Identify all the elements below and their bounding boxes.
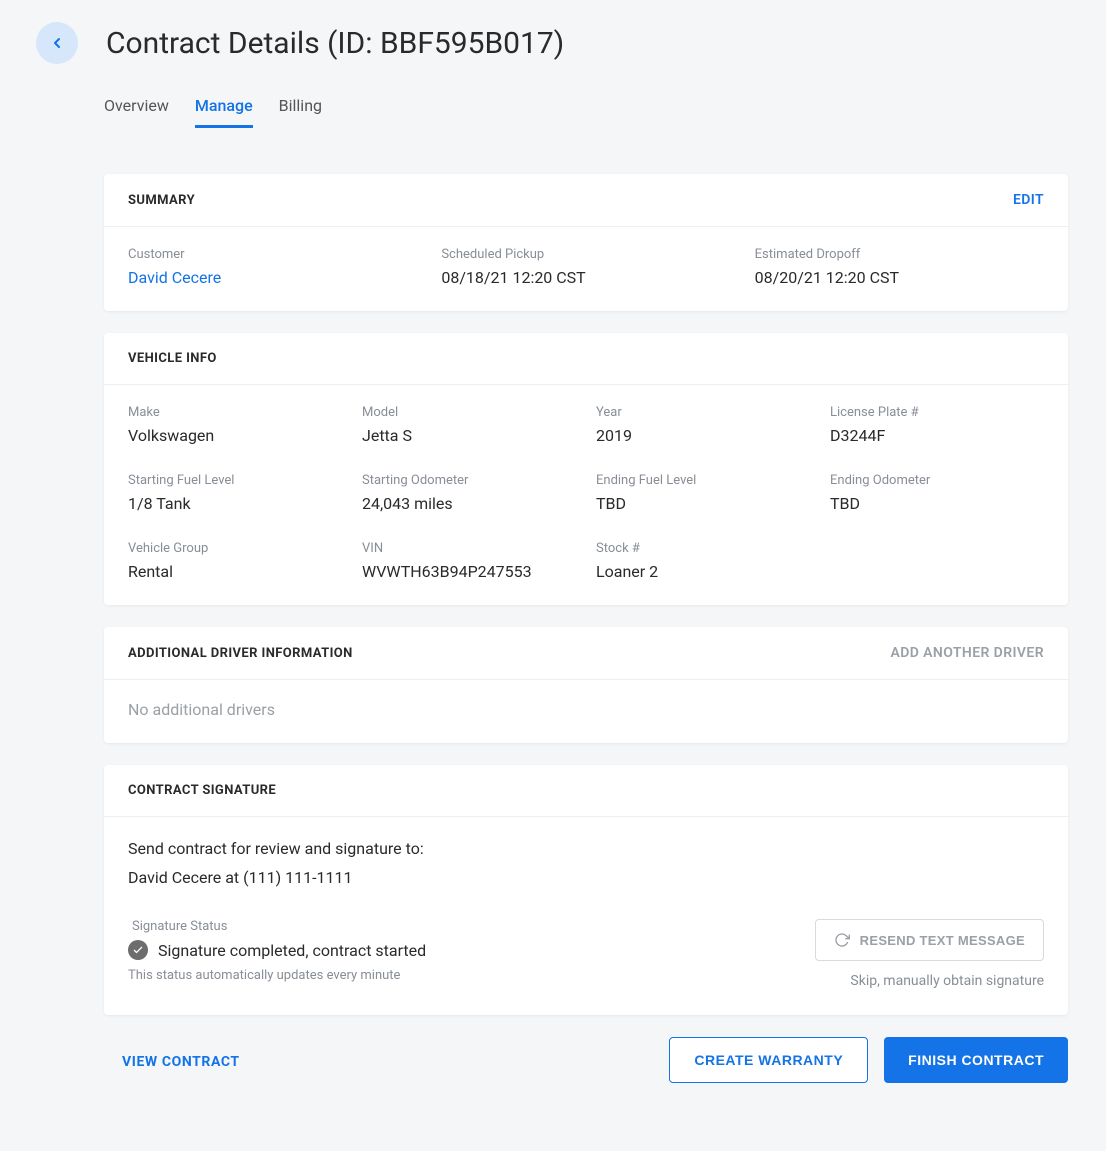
group-value: Rental [128,562,342,581]
start-fuel-label: Starting Fuel Level [128,473,342,488]
year-label: Year [596,405,810,420]
footer-actions: VIEW CONTRACT CREATE WARRANTY FINISH CON… [104,1037,1068,1083]
start-fuel-value: 1/8 Tank [128,494,342,513]
signature-status-label: Signature Status [132,919,426,934]
vin-label: VIN [362,541,576,556]
customer-field: Customer David Cecere [128,247,417,287]
resend-text-label: RESEND TEXT MESSAGE [860,933,1025,948]
drivers-card: ADDITIONAL DRIVER INFORMATION ADD ANOTHE… [104,627,1068,743]
tab-overview[interactable]: Overview [104,96,169,128]
signature-status-note: This status automatically updates every … [128,968,426,983]
check-circle-icon [128,940,148,960]
end-fuel-label: Ending Fuel Level [596,473,810,488]
dropoff-field: Estimated Dropoff 08/20/21 12:20 CST [755,247,1044,287]
end-odo-value: TBD [830,494,1044,513]
summary-title: SUMMARY [128,193,195,208]
summary-card: SUMMARY EDIT Customer David Cecere Sched… [104,174,1068,311]
start-odo-value: 24,043 miles [362,494,576,513]
pickup-value: 08/18/21 12:20 CST [441,268,730,287]
create-warranty-button[interactable]: CREATE WARRANTY [669,1037,868,1083]
year-value: 2019 [596,426,810,445]
vin-value: WVWTH63B94P247553 [362,562,576,581]
signature-status-value: Signature completed, contract started [158,941,426,960]
make-label: Make [128,405,342,420]
drivers-title: ADDITIONAL DRIVER INFORMATION [128,646,353,661]
start-odo-label: Starting Odometer [362,473,576,488]
customer-label: Customer [128,247,417,262]
signature-recipient: David Cecere at (111) 111-1111 [128,868,1044,887]
drivers-empty: No additional drivers [128,700,1044,719]
finish-contract-button[interactable]: FINISH CONTRACT [884,1037,1068,1083]
signature-title: CONTRACT SIGNATURE [128,783,276,798]
stock-value: Loaner 2 [596,562,810,581]
vehicle-card: VEHICLE INFO Make Volkswagen Model Jetta S… [104,333,1068,605]
resend-text-button[interactable]: RESEND TEXT MESSAGE [815,919,1044,961]
signature-send-text: Send contract for review and signature t… [128,839,1044,858]
make-value: Volkswagen [128,426,342,445]
tabs: Overview Manage Billing [104,96,1068,128]
end-odo-label: Ending Odometer [830,473,1044,488]
signature-card: CONTRACT SIGNATURE Send contract for rev… [104,765,1068,1015]
plate-value: D3244F [830,426,1044,445]
view-contract-button[interactable]: VIEW CONTRACT [122,1054,240,1070]
tab-billing[interactable]: Billing [279,96,322,128]
group-label: Vehicle Group [128,541,342,556]
model-value: Jetta S [362,426,576,445]
customer-link[interactable]: David Cecere [128,268,417,287]
page-title: Contract Details (ID: BBF595B017) [106,26,564,61]
model-label: Model [362,405,576,420]
dropoff-value: 08/20/21 12:20 CST [755,268,1044,287]
plate-label: License Plate # [830,405,1044,420]
stock-label: Stock # [596,541,810,556]
skip-signature-link[interactable]: Skip, manually obtain signature [815,973,1044,989]
back-button[interactable] [36,22,78,64]
refresh-icon [834,932,850,948]
chevron-left-icon [49,35,65,51]
edit-summary-button[interactable]: EDIT [1013,192,1044,208]
vehicle-title: VEHICLE INFO [128,351,217,366]
add-driver-button[interactable]: ADD ANOTHER DRIVER [891,645,1044,661]
pickup-label: Scheduled Pickup [441,247,730,262]
end-fuel-value: TBD [596,494,810,513]
dropoff-label: Estimated Dropoff [755,247,1044,262]
tab-manage[interactable]: Manage [195,96,253,128]
pickup-field: Scheduled Pickup 08/18/21 12:20 CST [441,247,730,287]
